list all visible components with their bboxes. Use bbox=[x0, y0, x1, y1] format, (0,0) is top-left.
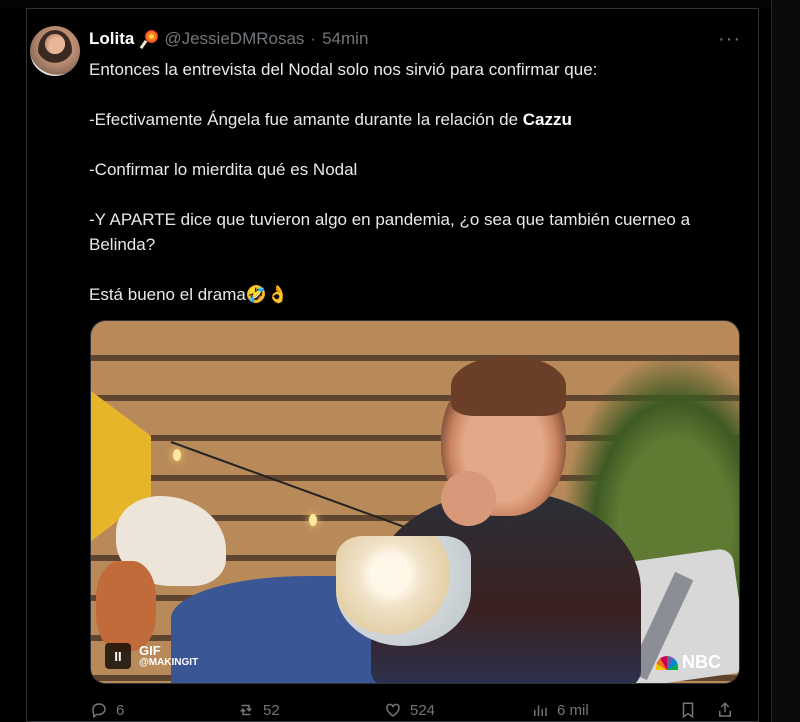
pause-button[interactable]: II bbox=[105, 643, 131, 669]
tweet-media-gif[interactable]: II GIF @MAKINGIT NBC bbox=[90, 320, 740, 684]
gif-person-hand bbox=[441, 471, 496, 526]
tweet-timestamp[interactable]: 54min bbox=[322, 29, 368, 49]
user-handle[interactable]: @JessieDMRosas bbox=[164, 29, 304, 49]
repost-count: 52 bbox=[263, 701, 280, 719]
repost-button[interactable]: 52 bbox=[237, 701, 280, 719]
gif-controls: II GIF @MAKINGIT bbox=[105, 643, 198, 669]
network-watermark: NBC bbox=[656, 652, 721, 673]
gif-person-hair bbox=[451, 356, 566, 416]
scrollbar-track[interactable] bbox=[771, 0, 800, 722]
views-button[interactable]: 6 mil bbox=[531, 701, 589, 719]
views-count: 6 mil bbox=[557, 701, 589, 719]
bookmark-icon bbox=[682, 702, 694, 719]
repost-icon bbox=[240, 704, 252, 716]
share-icon bbox=[719, 702, 731, 717]
reply-count: 6 bbox=[116, 701, 125, 719]
mention-link[interactable]: Cazzu bbox=[523, 110, 572, 129]
more-horizontal-icon[interactable]: ··· bbox=[718, 28, 741, 51]
gif-source: @MAKINGIT bbox=[139, 656, 199, 668]
avatar-image bbox=[38, 30, 72, 70]
heart-icon bbox=[386, 703, 400, 717]
tweet-text: Entonces la entrevista del Nodal solo no… bbox=[89, 57, 729, 332]
tweet-header: Lolita @JessieDMRosas · 54min bbox=[89, 28, 368, 50]
separator-dot: · bbox=[310, 29, 317, 48]
gif-bulb bbox=[173, 449, 181, 461]
peacock-logo-icon bbox=[656, 655, 678, 670]
user-avatar[interactable] bbox=[30, 26, 80, 76]
tweet-paragraph: Entonces la entrevista del Nodal solo no… bbox=[89, 60, 598, 79]
gif-badge: GIF @MAKINGIT bbox=[139, 644, 198, 669]
views-icon bbox=[534, 705, 547, 716]
gif-popcorn-bowl bbox=[336, 536, 471, 646]
like-button[interactable]: 524 bbox=[384, 701, 435, 719]
share-button[interactable] bbox=[716, 701, 734, 719]
tweet-paragraph: -Efectivamente Ángela fue amante durante… bbox=[89, 107, 729, 132]
tweet-paragraph: -Y APARTE dice que tuvieron algo en pand… bbox=[89, 210, 691, 254]
gif-guitar bbox=[96, 561, 156, 651]
tweet-paragraph: Está bueno el drama🤣👌 bbox=[89, 285, 289, 304]
tweet-actions: 6 52 524 6 mil bbox=[90, 698, 750, 722]
bookmark-button[interactable] bbox=[679, 701, 697, 719]
reply-button[interactable]: 6 bbox=[90, 701, 124, 719]
tweet-paragraph: -Confirmar lo mierdita qué es Nodal bbox=[89, 160, 358, 179]
tweet-paragraph-text: -Efectivamente Ángela fue amante durante… bbox=[89, 110, 523, 129]
network-label: NBC bbox=[682, 652, 721, 672]
like-count: 524 bbox=[410, 701, 436, 719]
gif-label: GIF bbox=[139, 642, 161, 658]
display-name[interactable]: Lolita bbox=[89, 29, 134, 49]
reply-icon bbox=[92, 703, 106, 719]
lollipop-icon bbox=[140, 30, 159, 50]
gif-bulb bbox=[309, 514, 317, 526]
top-divider bbox=[0, 0, 800, 8]
